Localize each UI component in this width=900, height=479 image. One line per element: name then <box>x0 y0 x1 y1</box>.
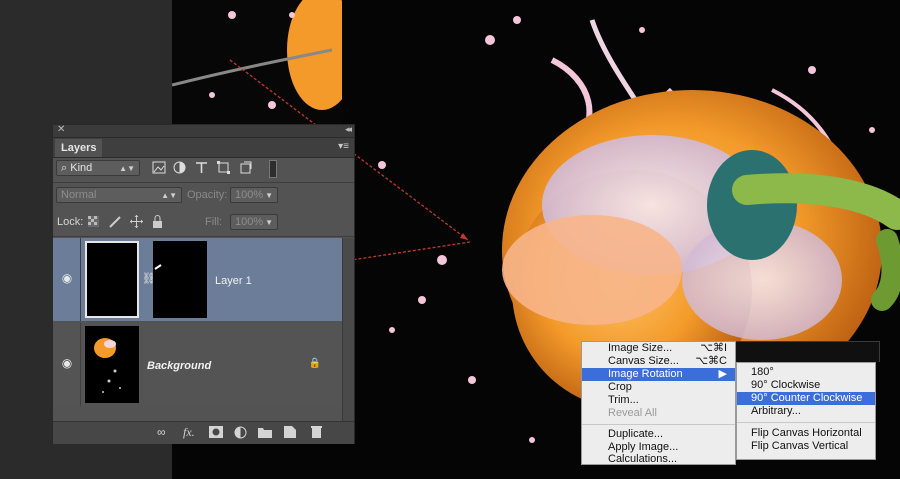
chevron-updown-icon: ▲▼ <box>119 164 135 173</box>
new-adjustment-icon[interactable] <box>234 426 247 439</box>
submenu-item-label: 90° Counter Clockwise <box>751 392 863 404</box>
submenu-item-flip-canvas-vertical[interactable]: Flip Canvas Vertical <box>737 440 875 453</box>
menu-item-label: Crop <box>608 381 632 393</box>
menu-item-trim[interactable]: Trim... <box>582 394 735 407</box>
menu-separator <box>582 424 735 425</box>
lock-transparent-icon[interactable] <box>88 216 99 227</box>
menu-background-slab <box>736 341 880 362</box>
lock-icon: 🔒 <box>308 358 321 369</box>
submenu-item-flip-canvas-horizontal[interactable]: Flip Canvas Horizontal <box>737 427 875 440</box>
adjustment-filter-icon[interactable] <box>173 161 186 174</box>
fill-input[interactable]: 100% ▼ <box>230 214 278 230</box>
layer-name[interactable]: Layer 1 <box>215 274 252 288</box>
close-panel-icon[interactable]: ✕ <box>57 124 65 135</box>
menu-item-shortcut: ⌥⌘I <box>700 342 727 354</box>
menu-item-crop[interactable]: Crop <box>582 381 735 394</box>
layer-row-background[interactable]: ◉ Background 🔒 <box>53 323 343 406</box>
image-rotation-submenu: 180° 90° Clockwise 90° Counter Clockwise… <box>736 362 876 460</box>
menu-item-label: Apply Image... <box>608 441 679 453</box>
image-filter-icon[interactable] <box>152 161 166 174</box>
opacity-value: 100% <box>235 189 264 201</box>
menu-item-label: Duplicate... <box>608 428 664 440</box>
blend-mode-value: Normal <box>61 189 97 201</box>
pepper-thumbnail-top <box>172 0 342 124</box>
scrollbar[interactable] <box>342 238 354 421</box>
divider <box>53 236 354 237</box>
eye-icon[interactable]: ◉ <box>60 271 74 285</box>
menu-item-image-rotation[interactable]: Image Rotation ▶ <box>582 368 735 381</box>
menu-item-label: Trim... <box>608 394 639 406</box>
lock-position-icon[interactable] <box>130 215 143 228</box>
shape-filter-icon[interactable] <box>217 161 230 174</box>
menu-item-canvas-size[interactable]: Canvas Size... ⌥⌘C <box>582 355 735 368</box>
filter-toggle-icon[interactable] <box>269 160 277 178</box>
menu-separator <box>737 422 875 423</box>
submenu-item-label: Flip Canvas Vertical <box>751 440 849 452</box>
smart-object-filter-icon[interactable] <box>239 161 252 174</box>
tab-layers[interactable]: Layers <box>55 139 103 157</box>
menu-item-calculations[interactable]: Calculations... <box>582 454 735 465</box>
search-icon: ⌕ <box>61 162 68 174</box>
divider <box>53 182 354 183</box>
lock-image-icon[interactable] <box>109 215 122 228</box>
type-filter-icon[interactable] <box>195 161 208 174</box>
lock-label: Lock: <box>57 216 84 228</box>
lock-row: Lock: Fill: 100% ▼ <box>53 210 354 236</box>
layer-mask-thumbnail[interactable] <box>153 241 207 318</box>
filter-kind-label: Kind <box>70 162 93 174</box>
panel-titlebar: ✕ ◂◂ <box>53 124 354 138</box>
layer-thumbnail[interactable] <box>85 326 139 403</box>
layer-row-layer-1[interactable]: ◉ ⛓ Layer 1 <box>53 238 343 321</box>
panel-tabs: Layers ▾≡ <box>53 138 354 158</box>
submenu-item-label: 90° Clockwise <box>751 379 821 391</box>
menu-item-shortcut: ⌥⌘C <box>695 355 727 367</box>
visibility-column: ◉ <box>53 323 81 406</box>
chevron-down-icon: ▼ <box>265 218 273 227</box>
menu-item-label: Canvas Size... <box>608 355 679 367</box>
opacity-label: Opacity: <box>187 189 228 201</box>
visibility-column: ◉ <box>53 238 81 321</box>
fx-icon[interactable]: fx. <box>183 425 195 440</box>
blend-row: Normal ▲▼ Opacity: 100% ▼ <box>53 184 354 210</box>
panel-menu-icon[interactable]: ▾≡ <box>338 141 349 152</box>
chevron-updown-icon: ▲▼ <box>161 191 177 200</box>
panel-bottom-bar: ∞ fx. <box>53 421 354 444</box>
submenu-item-label: Arbitrary... <box>751 405 801 417</box>
submenu-item-180[interactable]: 180° <box>737 366 875 379</box>
submenu-item-label: 180° <box>751 366 774 378</box>
delete-layer-icon[interactable] <box>311 425 322 438</box>
add-mask-icon[interactable] <box>209 426 223 438</box>
submenu-arrow-icon: ▶ <box>718 368 727 380</box>
blend-mode-dropdown[interactable]: Normal ▲▼ <box>56 187 182 203</box>
new-layer-icon[interactable] <box>284 426 296 438</box>
menu-item-label: Calculations... <box>608 453 678 465</box>
menu-item-label: Image Size... <box>608 342 673 354</box>
chevron-down-icon: ▼ <box>265 191 273 200</box>
layers-panel: ✕ ◂◂ Layers ▾≡ ⌕ Kind ▲▼ Normal ▲▼ Opaci… <box>52 124 355 444</box>
menu-item-label: Image Rotation <box>608 368 683 380</box>
menu-item-reveal-all: Reveal All <box>582 407 735 420</box>
submenu-item-label: Flip Canvas Horizontal <box>751 427 862 439</box>
layer-thumbnail[interactable] <box>85 241 139 318</box>
image-menu: Image Size... ⌥⌘I Canvas Size... ⌥⌘C Ima… <box>581 341 736 465</box>
submenu-item-90-clockwise[interactable]: 90° Clockwise <box>737 379 875 392</box>
menu-item-duplicate[interactable]: Duplicate... <box>582 428 735 441</box>
menu-item-label: Reveal All <box>608 407 657 419</box>
new-group-icon[interactable] <box>258 426 272 438</box>
menu-item-image-size[interactable]: Image Size... ⌥⌘I <box>582 342 735 355</box>
fill-label: Fill: <box>205 216 223 228</box>
submenu-item-arbitrary[interactable]: Arbitrary... <box>737 405 875 418</box>
link-layers-icon[interactable]: ∞ <box>157 425 166 439</box>
filter-row: ⌕ Kind ▲▼ <box>53 158 354 184</box>
opacity-input[interactable]: 100% ▼ <box>230 187 278 203</box>
collapse-panel-icon[interactable]: ◂◂ <box>345 124 352 135</box>
submenu-item-90-counter-clockwise[interactable]: 90° Counter Clockwise <box>737 392 875 405</box>
lock-all-icon[interactable] <box>152 215 163 228</box>
fill-value: 100% <box>235 216 264 228</box>
eye-icon[interactable]: ◉ <box>60 356 74 370</box>
layer-name[interactable]: Background <box>147 359 211 373</box>
filter-kind-dropdown[interactable]: ⌕ Kind ▲▼ <box>56 160 140 176</box>
